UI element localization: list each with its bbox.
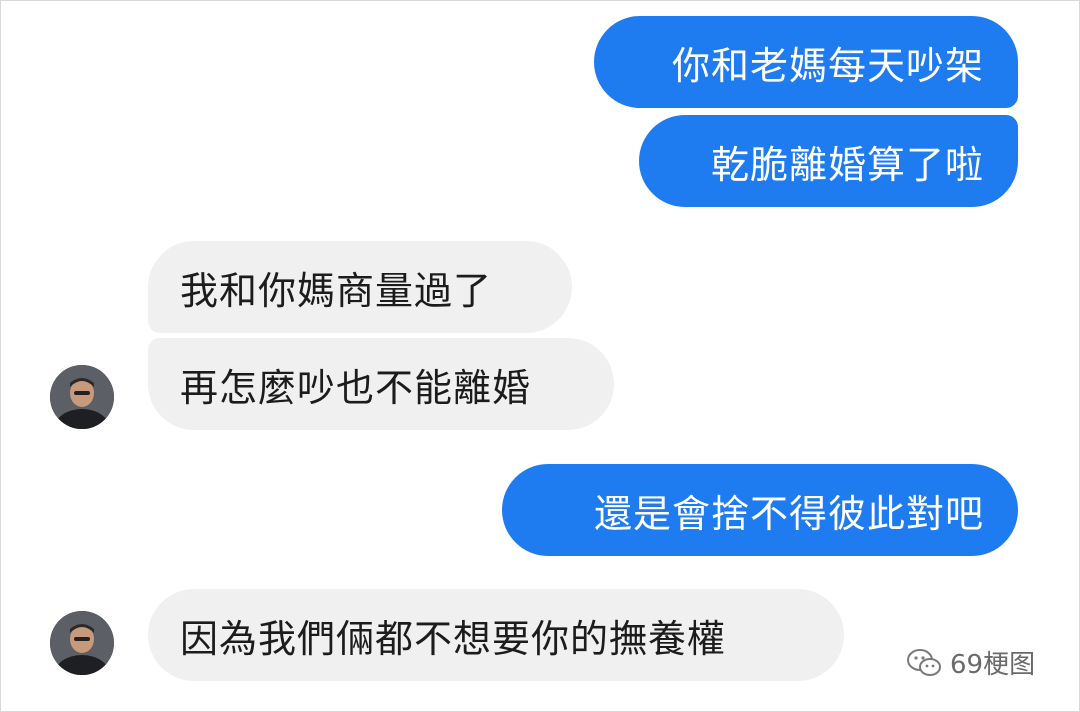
outgoing-message: 還是會捨不得彼此對吧 [502,464,1018,556]
avatar[interactable] [50,365,114,429]
outgoing-message: 你和老媽每天吵架 [594,16,1018,108]
chat-window: 你和老媽每天吵架 乾脆離婚算了啦 我和你媽商量過了 再怎麼吵也不能離婚 還是會捨… [0,0,1080,712]
message-text: 因為我們倆都不想要你的撫養權 [180,616,727,661]
watermark: 69梗图 [906,644,1035,681]
outgoing-message: 乾脆離婚算了啦 [639,115,1018,207]
avatar[interactable] [50,611,114,675]
person-avatar-icon [50,365,114,429]
message-text: 乾脆離婚算了啦 [710,142,984,187]
message-text: 我和你媽商量過了 [180,268,493,313]
incoming-message: 我和你媽商量過了 [148,241,572,333]
message-text: 你和老媽每天吵架 [671,43,984,88]
message-text: 再怎麼吵也不能離婚 [180,365,532,410]
wechat-icon [907,648,941,676]
person-avatar-icon [50,611,114,675]
message-text: 還是會捨不得彼此對吧 [593,491,984,536]
incoming-message: 因為我們倆都不想要你的撫養權 [148,589,844,681]
incoming-message: 再怎麼吵也不能離婚 [148,338,614,430]
watermark-text: 69梗图 [950,650,1036,680]
